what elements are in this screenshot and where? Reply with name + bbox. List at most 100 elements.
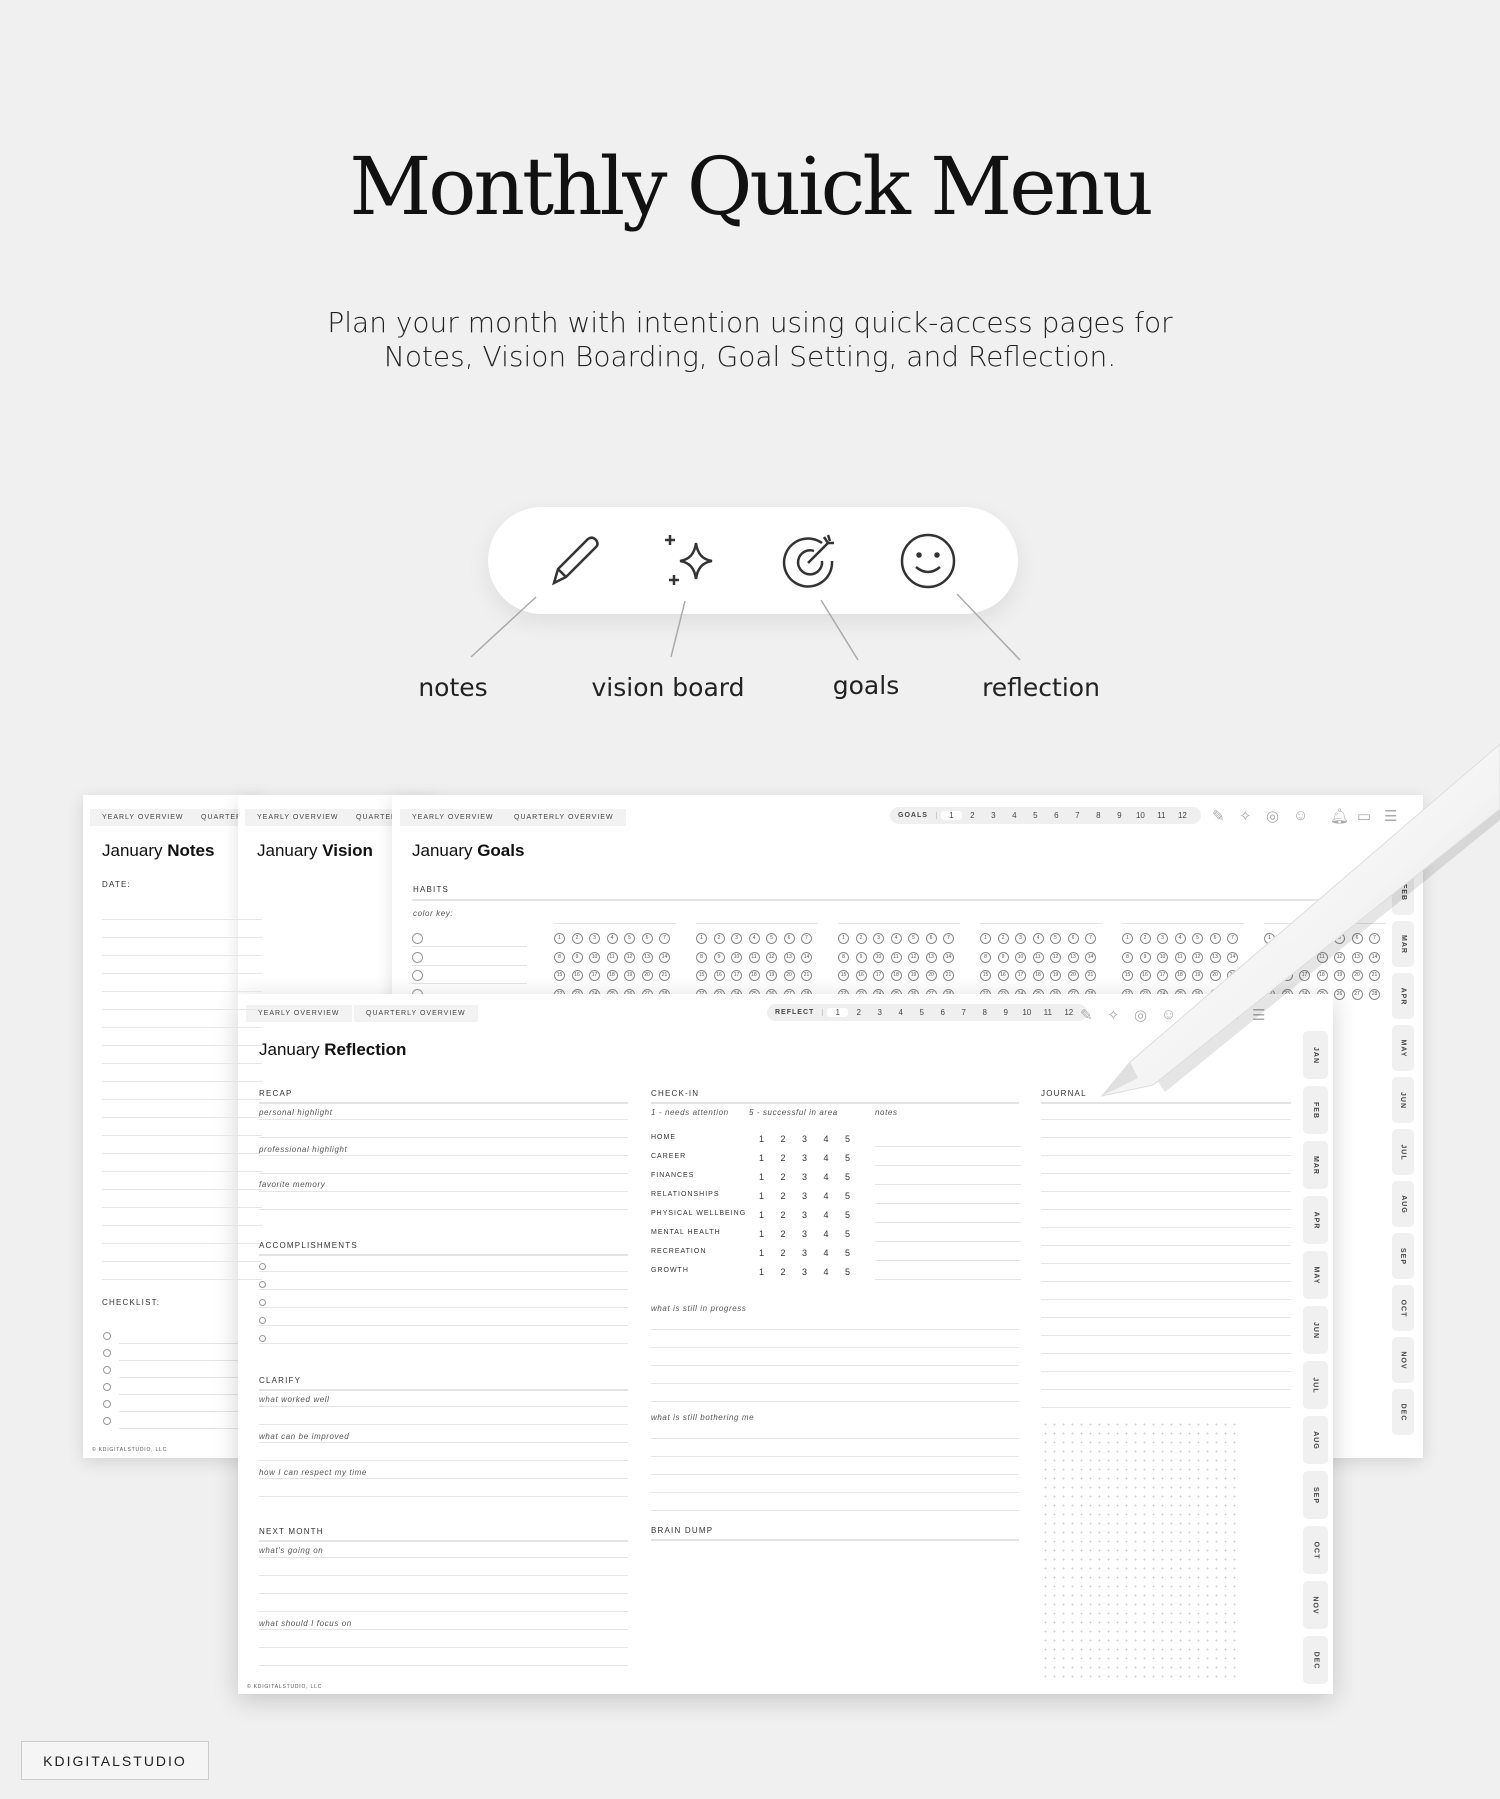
checklist-checkbox[interactable] (103, 1332, 111, 1340)
checklist-checkbox[interactable] (103, 1400, 111, 1408)
habit-day-circle[interactable]: 11 (890, 951, 902, 963)
month-tab-may[interactable]: MAY (1303, 1251, 1328, 1299)
month-tab-sep[interactable]: SEP (1303, 1471, 1328, 1519)
tab-quarterly-overview[interactable]: QUARTERLY OVERVIEW (354, 1005, 478, 1022)
habit-day-circle[interactable]: 3 (731, 933, 742, 944)
rating-option[interactable]: 5 (845, 1191, 867, 1201)
rating-option[interactable]: 1 (759, 1210, 781, 1220)
rating-option[interactable]: 4 (824, 1210, 846, 1220)
rating-option[interactable]: 5 (845, 1248, 867, 1258)
rating-option[interactable]: 3 (802, 1210, 824, 1220)
habit-day-circle[interactable]: 13 (925, 951, 937, 963)
month-nav-1[interactable]: 1 (827, 1008, 849, 1017)
sparkle-icon[interactable] (660, 529, 724, 593)
month-nav-4[interactable]: 4 (1004, 811, 1025, 820)
habit-day-circle[interactable]: 2 (571, 933, 583, 944)
habit-day-circle[interactable]: 16 (997, 970, 1009, 981)
habit-day-circle[interactable]: 6 (783, 933, 795, 944)
habit-color-circle[interactable] (412, 951, 423, 963)
habit-day-circle[interactable]: 19 (908, 970, 919, 981)
rating-option[interactable]: 3 (802, 1267, 824, 1277)
habit-day-circle[interactable]: 21 (801, 970, 812, 981)
month-tab-sep[interactable]: SEP (1392, 1233, 1414, 1279)
journal-lines[interactable] (1041, 1102, 1291, 1408)
habit-day-circle[interactable]: 16 (571, 970, 583, 981)
rating-option[interactable]: 4 (824, 1229, 846, 1239)
habit-day-circle[interactable]: 20 (641, 970, 653, 981)
notes-line[interactable] (875, 1203, 1021, 1204)
rating-option[interactable]: 2 (781, 1153, 803, 1163)
rating-option[interactable]: 2 (781, 1267, 803, 1277)
month-nav-4[interactable]: 4 (890, 1008, 911, 1017)
habit-day-circle[interactable]: 13 (783, 951, 795, 963)
notes-line[interactable] (875, 1165, 1021, 1166)
rating-option[interactable]: 1 (759, 1267, 781, 1277)
rating-option[interactable]: 5 (845, 1210, 867, 1220)
rating-option[interactable]: 3 (802, 1229, 824, 1239)
habit-day-circle[interactable]: 18 (606, 970, 618, 981)
habit-day-circle[interactable]: 14 (659, 951, 670, 963)
habit-day-circle[interactable]: 4 (748, 933, 760, 944)
habit-day-circle[interactable]: 19 (624, 970, 635, 981)
rating-option[interactable]: 4 (824, 1153, 846, 1163)
habit-day-circle[interactable]: 17 (873, 970, 884, 981)
notes-line[interactable] (875, 1260, 1021, 1261)
month-tab-dec[interactable]: DEC (1392, 1389, 1414, 1435)
month-tab-dec[interactable]: DEC (1303, 1636, 1328, 1684)
month-tab-nov[interactable]: NOV (1392, 1337, 1414, 1383)
habit-day-circle[interactable]: 6 (925, 933, 937, 944)
checklist-checkbox[interactable] (103, 1383, 111, 1391)
month-nav-8[interactable]: 8 (974, 1008, 995, 1017)
habit-day-circle[interactable]: 12 (624, 951, 635, 963)
accomplishment-checkbox[interactable] (259, 1263, 266, 1270)
accomplishment-checkbox[interactable] (259, 1281, 266, 1288)
month-tab-oct[interactable]: OCT (1392, 1285, 1414, 1331)
rating-option[interactable]: 2 (781, 1248, 803, 1258)
month-nav-2[interactable]: 2 (962, 811, 983, 820)
month-nav-3[interactable]: 3 (869, 1008, 890, 1017)
habit-day-circle[interactable]: 9 (997, 951, 1009, 963)
habit-day-circle[interactable]: 5 (908, 933, 919, 944)
habit-day-circle[interactable]: 10 (1015, 951, 1026, 963)
rating-option[interactable]: 1 (759, 1229, 781, 1239)
habit-day-circle[interactable]: 1 (838, 933, 849, 944)
habit-day-circle[interactable]: 15 (838, 970, 849, 981)
month-nav-5[interactable]: 5 (911, 1008, 932, 1017)
habit-day-circle[interactable]: 11 (748, 951, 760, 963)
notes-line[interactable] (875, 1184, 1021, 1185)
habit-day-circle[interactable]: 4 (1032, 933, 1044, 944)
notes-line[interactable] (875, 1279, 1021, 1280)
habit-day-circle[interactable]: 9 (855, 951, 867, 963)
rating-option[interactable]: 3 (802, 1191, 824, 1201)
month-nav-10[interactable]: 10 (1016, 1008, 1037, 1017)
habit-day-circle[interactable]: 1 (980, 933, 991, 944)
habit-day-circle[interactable]: 8 (696, 951, 707, 963)
rating-option[interactable]: 1 (759, 1191, 781, 1201)
habit-color-circle[interactable] (412, 970, 423, 981)
habit-day-circle[interactable]: 14 (943, 951, 954, 963)
habit-day-circle[interactable]: 14 (801, 951, 812, 963)
month-tab-aug[interactable]: AUG (1303, 1416, 1328, 1464)
habit-day-circle[interactable]: 21 (659, 970, 670, 981)
habit-day-circle[interactable]: 10 (873, 951, 884, 963)
month-nav-1[interactable]: 1 (940, 811, 962, 820)
month-nav-7[interactable]: 7 (953, 1008, 974, 1017)
rating-option[interactable]: 4 (824, 1248, 846, 1258)
rating-option[interactable]: 5 (845, 1134, 867, 1144)
rating-option[interactable]: 4 (824, 1134, 846, 1144)
smiley-icon[interactable] (896, 529, 960, 593)
dot-grid[interactable] (1041, 1420, 1241, 1682)
habit-day-circle[interactable]: 1 (696, 933, 707, 944)
habit-day-circle[interactable]: 4 (606, 933, 618, 944)
bothering-lines[interactable] (651, 1421, 1019, 1511)
checklist-checkbox[interactable] (103, 1349, 111, 1357)
habit-day-circle[interactable]: 17 (589, 970, 600, 981)
habit-day-circle[interactable]: 2 (997, 933, 1009, 944)
notes-line[interactable] (875, 1146, 1021, 1147)
habit-day-circle[interactable]: 17 (1015, 970, 1026, 981)
habit-day-circle[interactable]: 18 (748, 970, 760, 981)
habit-day-circle[interactable]: 17 (731, 970, 742, 981)
habit-day-circle[interactable]: 2 (855, 933, 867, 944)
habit-day-circle[interactable]: 15 (554, 970, 565, 981)
habit-day-circle[interactable]: 19 (766, 970, 777, 981)
